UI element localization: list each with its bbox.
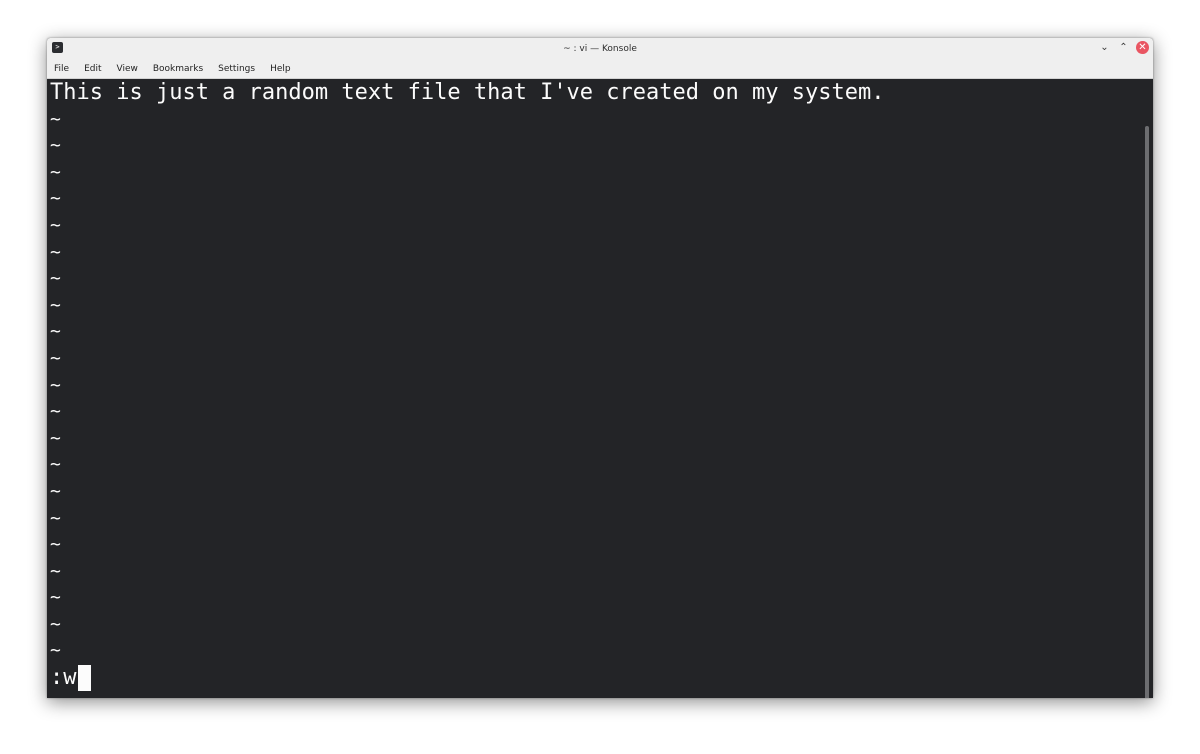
empty-line-marker: ~ xyxy=(50,214,61,236)
menu-bar: File Edit View Bookmarks Settings Help xyxy=(47,59,1153,79)
empty-line-marker: ~ xyxy=(50,427,61,449)
empty-line-marker: ~ xyxy=(50,347,61,369)
empty-line-marker: ~ xyxy=(50,135,61,157)
vi-buffer[interactable]: This is just a random text file that I'v… xyxy=(50,80,1139,665)
menu-bookmarks[interactable]: Bookmarks xyxy=(153,64,203,74)
menu-view[interactable]: View xyxy=(117,64,138,74)
close-button[interactable]: ✕ xyxy=(1136,41,1149,54)
window-controls: ⌄ ⌃ ✕ xyxy=(1098,41,1149,54)
title-bar[interactable]: > ~ : vi — Konsole ⌄ ⌃ ✕ xyxy=(47,38,1153,59)
empty-line-marker: ~ xyxy=(50,454,61,476)
empty-line-marker: ~ xyxy=(50,534,61,556)
empty-line-marker: ~ xyxy=(50,640,61,662)
empty-line-marker: ~ xyxy=(50,401,61,423)
empty-line-marker: ~ xyxy=(50,613,61,635)
empty-line-marker: ~ xyxy=(50,161,61,183)
menu-file[interactable]: File xyxy=(54,64,69,74)
empty-line-marker: ~ xyxy=(50,587,61,609)
empty-line-marker: ~ xyxy=(50,188,61,210)
empty-line-marker: ~ xyxy=(50,480,61,502)
menu-settings[interactable]: Settings xyxy=(218,64,255,74)
empty-line-marker: ~ xyxy=(50,374,61,396)
terminal-area[interactable]: This is just a random text file that I'v… xyxy=(47,80,1153,698)
vi-command-line[interactable]: :w xyxy=(50,664,91,692)
buffer-line-1: This is just a random text file that I'v… xyxy=(50,80,885,105)
maximize-button[interactable]: ⌃ xyxy=(1117,41,1130,54)
command-text: :w xyxy=(50,665,77,690)
window-title: ~ : vi — Konsole xyxy=(563,43,637,54)
minimize-button[interactable]: ⌄ xyxy=(1098,41,1111,54)
konsole-terminal-icon[interactable]: > xyxy=(52,42,63,53)
empty-line-marker: ~ xyxy=(50,241,61,263)
text-cursor xyxy=(77,665,91,691)
empty-line-marker: ~ xyxy=(50,108,61,130)
scrollbar[interactable] xyxy=(1145,126,1149,698)
empty-line-marker: ~ xyxy=(50,560,61,582)
konsole-window: > ~ : vi — Konsole ⌄ ⌃ ✕ File Edit View … xyxy=(47,38,1153,698)
empty-line-marker: ~ xyxy=(50,294,61,316)
empty-line-marker: ~ xyxy=(50,321,61,343)
empty-line-marker: ~ xyxy=(50,268,61,290)
menu-help[interactable]: Help xyxy=(270,64,291,74)
empty-line-marker: ~ xyxy=(50,507,61,529)
menu-edit[interactable]: Edit xyxy=(84,64,101,74)
